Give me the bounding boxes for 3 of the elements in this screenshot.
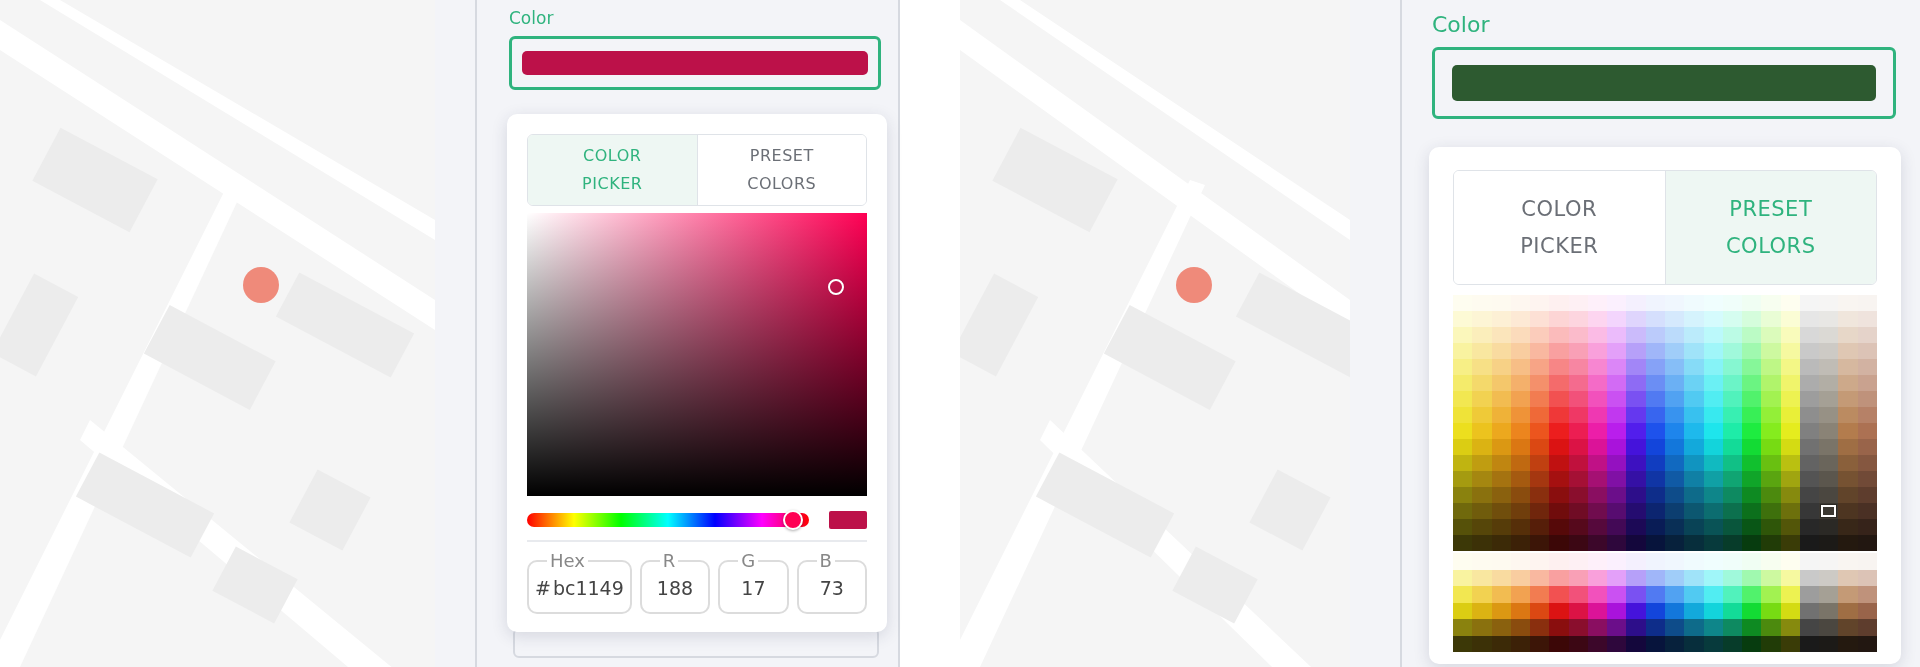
field-label: Color (509, 8, 555, 28)
picker-tab[interactable]: COLOR PICKER (1454, 171, 1666, 284)
field-label: Color (1432, 12, 1491, 37)
